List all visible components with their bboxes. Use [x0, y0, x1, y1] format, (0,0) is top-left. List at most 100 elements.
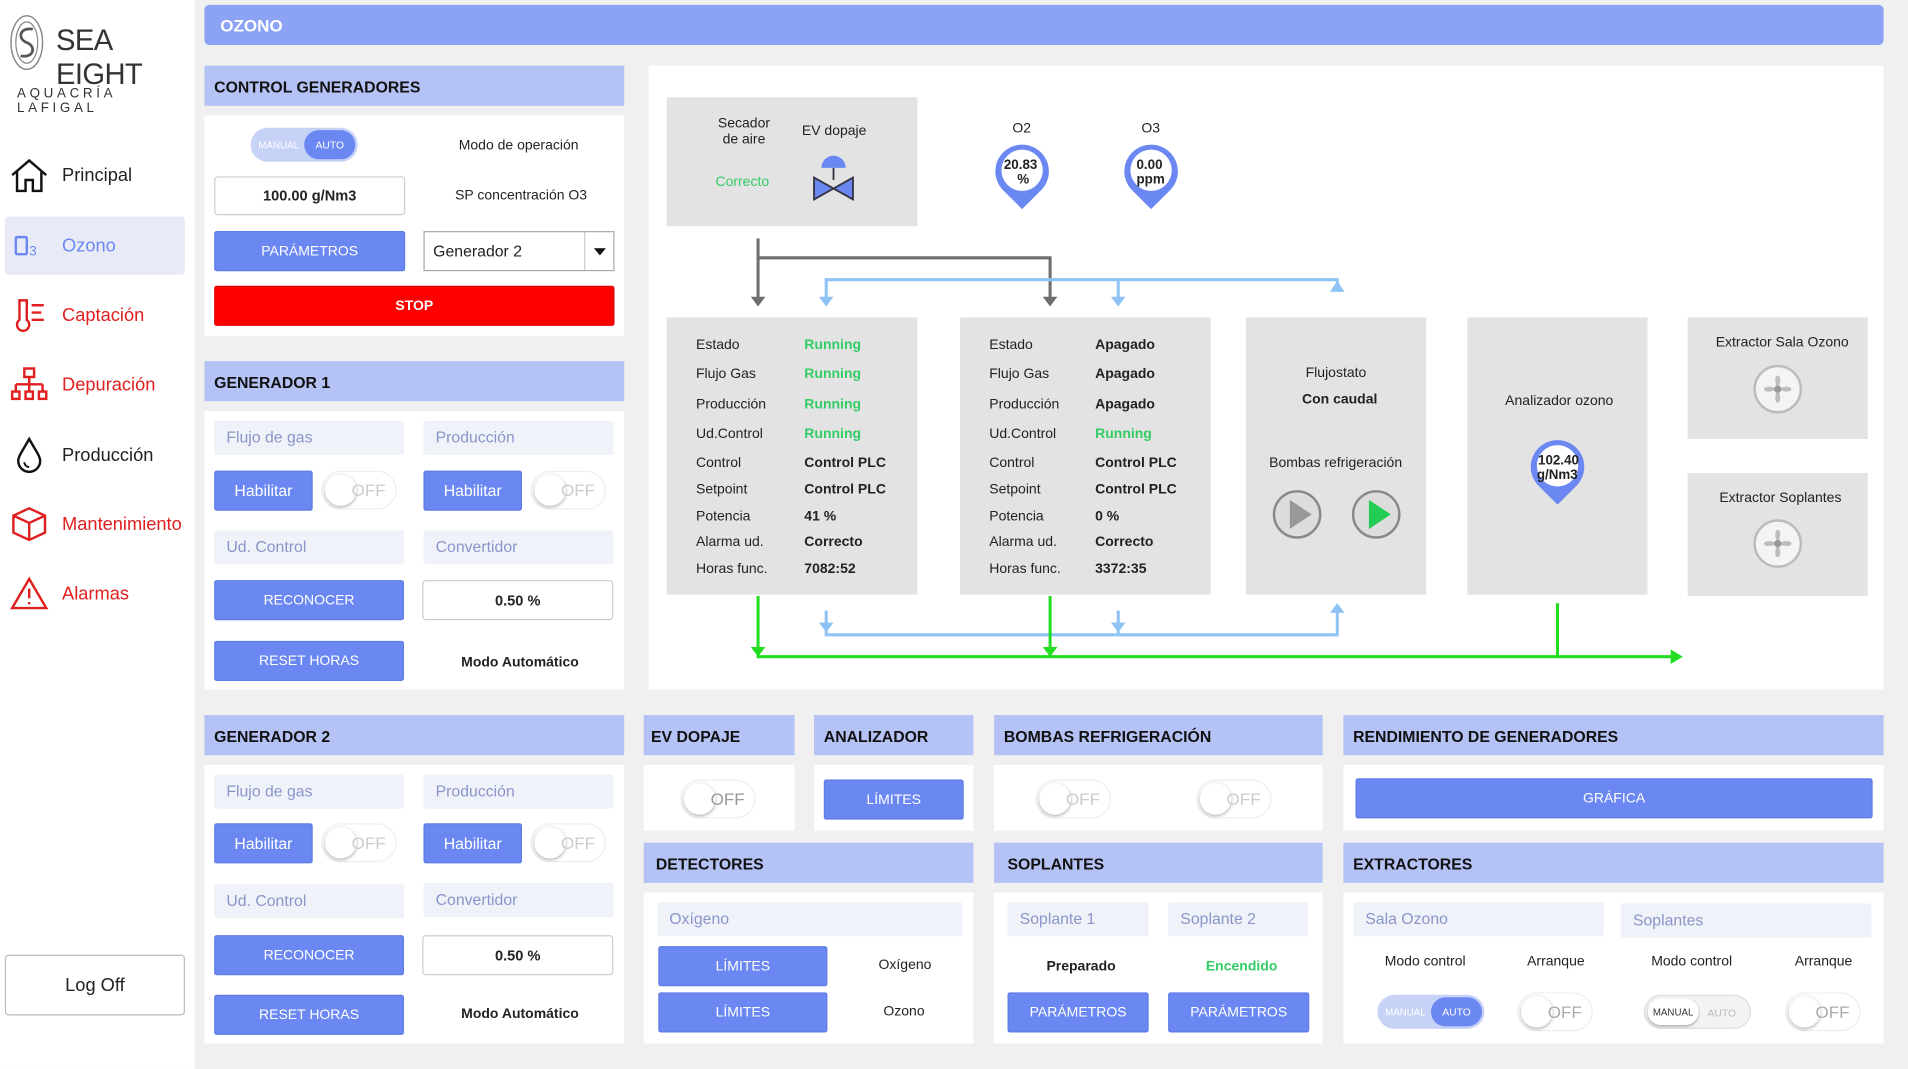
status-row-value: Correcto — [1095, 535, 1154, 550]
status-row-label: Estado — [989, 338, 1033, 353]
sidebar: SEA EIGHT AQUACRÍA LAFIGAL Principal 3 O… — [0, 0, 195, 1069]
bombas-header: BOMBAS REFRIGERACIÓN — [994, 715, 1323, 756]
parametros-button[interactable]: PARÁMETROS — [214, 231, 406, 272]
soplantes-field: Soplantes — [1620, 903, 1872, 938]
habilitar-flujo-button[interactable]: Habilitar — [214, 823, 313, 864]
stop-button[interactable]: STOP — [214, 285, 615, 326]
generator-select[interactable]: Generador 2 — [423, 231, 615, 272]
ev-dopaje-header: EV DOPAJE — [643, 715, 795, 756]
ev-dopaje-toggle[interactable]: OFF — [680, 779, 756, 819]
mode-switch[interactable]: MANUAL AUTO — [250, 127, 358, 162]
modo-control-label: Modo control — [1651, 954, 1733, 970]
modo-automatico-label: Modo Automático — [461, 655, 579, 671]
status-row-value: Control PLC — [1095, 456, 1177, 471]
mode-manual-label: MANUAL — [1647, 998, 1699, 1026]
valve-icon[interactable] — [812, 155, 856, 205]
oxigeno-field: Oxígeno — [657, 902, 963, 937]
reconocer-button[interactable]: RECONOCER — [214, 935, 404, 976]
svg-text:3: 3 — [29, 243, 36, 258]
secador-label: Secador de aire — [717, 116, 771, 148]
analizador-gauge: 102.40 g/Nm3 — [1527, 437, 1588, 510]
status-row-label: Potencia — [696, 509, 751, 525]
status-row-label: Horas func. — [989, 561, 1061, 577]
nav-label: Ozono — [62, 235, 116, 256]
nav-item-captacion[interactable]: Captación — [5, 286, 185, 344]
o2-gauge: 20.83 % — [992, 141, 1053, 214]
convertidor-input[interactable]: 0.50 % — [422, 935, 614, 976]
grafica-button[interactable]: GRÁFICA — [1355, 778, 1873, 819]
nav-label: Captación — [62, 304, 145, 326]
analizador-header: ANALIZADOR — [814, 715, 974, 756]
mode-auto-label: AUTO — [1707, 1006, 1737, 1020]
habilitar-flujo-button[interactable]: Habilitar — [214, 470, 313, 511]
status-row-value: Apagado — [1095, 397, 1155, 413]
produccion-field: Producción — [423, 774, 614, 809]
status-row-value: Running — [1095, 426, 1152, 442]
arranque-label: Arranque — [1794, 954, 1853, 970]
convertidor-input[interactable]: 0.50 % — [422, 580, 614, 621]
o3-value: 0.00 — [1136, 158, 1163, 173]
nav-item-ozono[interactable]: 3 Ozono — [4, 216, 185, 275]
o3-gauge: 0.00 ppm — [1121, 141, 1182, 214]
pump1-play-icon[interactable] — [1272, 489, 1323, 540]
chevron-down-icon — [584, 232, 613, 270]
flujo-gas-field: Flujo de gas — [214, 420, 404, 455]
soplantes-arranque-toggle[interactable]: OFF — [1785, 992, 1861, 1032]
generador1-panel: Flujo de gas Producción Habilitar OFF Ha… — [204, 411, 625, 690]
produccion-toggle[interactable]: OFF — [530, 470, 606, 510]
o2-label: O2 — [1012, 121, 1032, 137]
status-row-value: 7082:52 — [804, 561, 856, 577]
limites-oxigeno-button[interactable]: LÍMITES — [658, 946, 828, 987]
status-row-label: Flujo Gas — [989, 367, 1050, 382]
modo-control-label: Modo control — [1384, 954, 1466, 970]
secador-ev-box: Secador de aire Correcto EV dopaje — [666, 97, 918, 227]
reconocer-button[interactable]: RECONOCER — [214, 580, 404, 621]
status-row-label: Ud.Control — [989, 426, 1057, 442]
soplante1-field: Soplante 1 — [1007, 902, 1149, 937]
bomba2-toggle[interactable]: OFF — [1196, 779, 1272, 819]
ozono-label: Ozono — [883, 1004, 925, 1020]
pump2-play-icon[interactable] — [1351, 489, 1402, 540]
sp-input[interactable]: 100.00 g/Nm3 — [214, 176, 406, 216]
habilitar-produccion-button[interactable]: Habilitar — [423, 470, 523, 511]
analizador-limites-button[interactable]: LÍMITES — [823, 779, 964, 820]
ev-dopaje-label: EV dopaje — [801, 124, 867, 139]
nav-item-principal[interactable]: Principal — [5, 146, 185, 204]
bomba1-toggle[interactable]: OFF — [1035, 779, 1111, 819]
nav-item-depuracion[interactable]: Depuración — [5, 355, 185, 413]
nav-item-mantenimiento[interactable]: Mantenimiento — [5, 495, 185, 553]
status-row-label: Setpoint — [989, 482, 1041, 498]
nav-item-alarmas[interactable]: Alarmas — [5, 564, 185, 622]
status-row-label: Control — [989, 456, 1035, 471]
extractores-panel: Sala Ozono Soplantes Modo control Arranq… — [1343, 892, 1884, 1044]
logoff-button[interactable]: Log Off — [4, 954, 185, 1016]
fan-icon — [1753, 519, 1803, 568]
control-generadores-header: CONTROL GENERADORES — [204, 65, 625, 106]
status-row-value: 3372:35 — [1095, 561, 1147, 577]
flujo-toggle[interactable]: OFF — [321, 823, 397, 863]
drop-icon — [7, 433, 51, 477]
network-icon — [7, 362, 51, 406]
habilitar-produccion-button[interactable]: Habilitar — [423, 823, 523, 864]
soplantes-panel: Soplante 1 Soplante 2 Preparado Encendid… — [994, 892, 1323, 1044]
ev-dopaje-panel: OFF — [643, 764, 795, 831]
soplante1-status: Preparado — [1046, 959, 1116, 975]
bombas-panel: OFF OFF — [994, 764, 1323, 831]
status-row-label: Producción — [989, 397, 1060, 413]
limites-ozono-button[interactable]: LÍMITES — [658, 992, 828, 1033]
mode-manual-label: MANUAL — [258, 139, 299, 151]
o2-unit: % — [1017, 172, 1030, 188]
sala-mode-switch[interactable]: MANUAL AUTO — [1377, 994, 1485, 1029]
reset-horas-button[interactable]: RESET HORAS — [214, 994, 404, 1035]
flujo-toggle[interactable]: OFF — [321, 470, 397, 510]
soplantes-header: SOPLANTES — [994, 842, 1323, 883]
oxigeno-label: Oxígeno — [878, 958, 932, 973]
nav-item-produccion[interactable]: Producción — [5, 426, 185, 484]
produccion-toggle[interactable]: OFF — [530, 823, 606, 863]
soplante1-parametros-button[interactable]: PARÁMETROS — [1007, 992, 1149, 1033]
analizador-box: Analizador ozono 102.40 g/Nm3 — [1467, 317, 1648, 595]
soplante2-parametros-button[interactable]: PARÁMETROS — [1168, 992, 1310, 1033]
reset-horas-button[interactable]: RESET HORAS — [214, 640, 404, 682]
soplantes-mode-switch[interactable]: MANUAL AUTO — [1643, 994, 1751, 1029]
sala-arranque-toggle[interactable]: OFF — [1517, 992, 1593, 1032]
